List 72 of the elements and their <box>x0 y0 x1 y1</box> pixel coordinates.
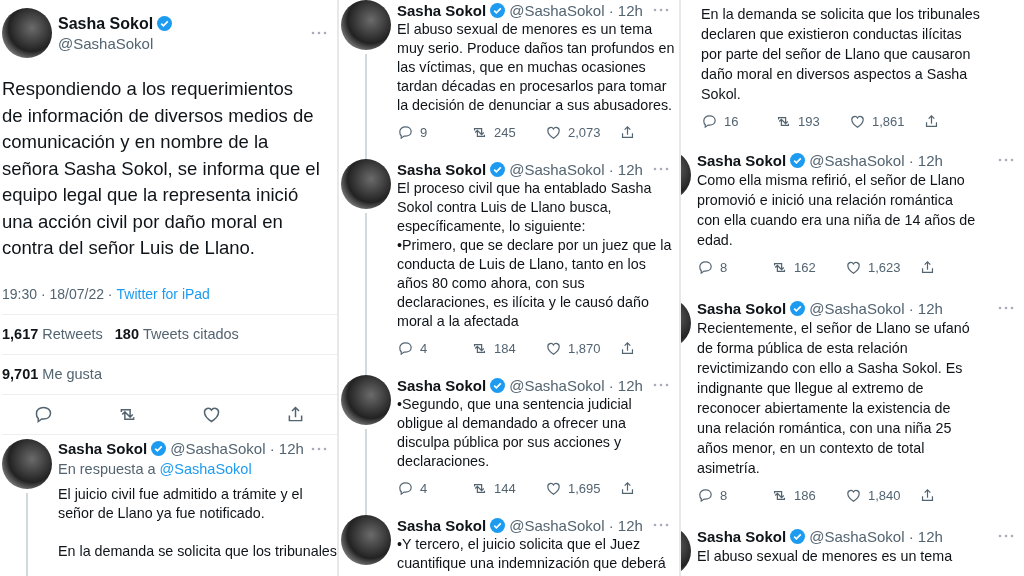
user-name: Sasha Sokol <box>397 160 487 178</box>
user-handle: @SashaSokol · 12h <box>509 1 643 19</box>
retweet-button[interactable]: 186 <box>771 486 816 504</box>
user-handle: @SashaSokol · 12h <box>509 516 643 534</box>
tweet-text: El proceso civil que ha entablado Sasha Sokol contra Luis de Llano busca, específicamente, lo siguiente: •Primero, que se declare por un juez que la conducta de Luis de Llano, tanto en los años 80 como ahora, con sus declaraciones, es ilícita y le causó daño moral a la afectada <box>397 179 673 331</box>
count-label: Me gusta <box>42 366 102 382</box>
count-label: Tweets citados <box>142 326 239 342</box>
reply-icon <box>701 112 718 130</box>
user-handle: @SashaSokol · 12h <box>509 160 643 178</box>
user-handle: @SashaSokol · 12h <box>809 527 943 545</box>
reply-icon <box>697 486 714 504</box>
count-number: 180 <box>114 326 139 342</box>
reply-icon <box>397 339 414 357</box>
avatar-photo <box>341 515 391 565</box>
share-icon[interactable] <box>619 123 636 141</box>
like-button[interactable]: 2,073 <box>545 123 601 141</box>
tweet-text: El abuso sexual de menores es un tema <box>697 547 954 566</box>
count-label: Retweets <box>42 326 103 342</box>
count-number: 9,701 <box>2 366 39 382</box>
count-number: 1,617 <box>2 326 39 342</box>
reply-label: En respuesta a <box>58 459 156 479</box>
user-name: Sasha Sokol <box>58 14 154 33</box>
reply-button[interactable]: 8 <box>697 258 728 276</box>
like-button[interactable]: 1,840 <box>845 486 901 504</box>
tweet-text: Como ella misma refirió, el señor de Llano promovió e inició una relación romántica con ella cuando era una niña de 14 años de edad. <box>697 171 977 250</box>
avatar-photo <box>341 159 391 209</box>
user-name: Sasha Sokol <box>397 516 487 534</box>
reply-button[interactable]: 4 <box>397 339 428 357</box>
reply-button[interactable]: 8 <box>697 486 728 504</box>
tweet-text: El abuso sexual de menores es un tema muy serio. Produce daños tan profundos en las víctimas, que en muchas ocasiones tardan décadas en procesarlos para tomar la decisión de denunciar a sus abusadores. <box>397 20 676 115</box>
tweet-text: Recientemente, el señor de Llano se ufanó de forma pública de esta relación revictimizando con ello a Sasha Sokol. Es indignante que llegue al extremo de reconocer abiertamente la existencia de una relación romántica, con una niña 25 años menor, en un contexto de total asimetría. <box>697 319 971 478</box>
user-handle: @SashaSokol · 12h <box>509 376 643 394</box>
like-button[interactable]: 1,695 <box>545 479 601 497</box>
user-name: Sasha Sokol <box>697 151 787 169</box>
like-button[interactable]: 1,861 <box>849 112 905 130</box>
tweet-text: •Y tercero, el juicio solicita que el Juez cuantifique una indemnización que deberá <box>397 535 667 573</box>
share-icon[interactable] <box>619 339 636 357</box>
user-handle: @SashaSokol · 12h <box>170 440 304 457</box>
reply-icon <box>397 123 414 141</box>
user-handle: @SashaSokol · 12h <box>809 299 943 317</box>
retweet-button[interactable]: 162 <box>771 258 816 276</box>
user-handle: @SashaSokol · 12h <box>809 151 943 169</box>
tweet-timestamp: 19:30 · 18/07/22 · <box>2 284 113 304</box>
share-icon[interactable] <box>619 479 636 497</box>
user-name: Sasha Sokol <box>397 1 487 19</box>
retweet-button[interactable]: 144 <box>471 479 516 497</box>
reply-button[interactable]: 9 <box>397 123 428 141</box>
user-name: Sasha Sokol <box>58 440 148 457</box>
like-button[interactable]: 1,623 <box>845 258 901 276</box>
avatar-photo <box>2 438 52 489</box>
tweet-text: Respondiendo a los requerimientos de información de diversos medios de comunicación y en nombre de la señora Sasha Sokol, se informa que el equipo legal que la representa inició una acción civil por daño moral en contra del señor Luis de Llano. <box>2 77 321 260</box>
user-name: Sasha Sokol <box>397 376 487 394</box>
retweet-button[interactable]: 184 <box>471 339 516 357</box>
avatar-photo <box>2 8 52 58</box>
user-name: Sasha Sokol <box>697 299 787 317</box>
retweet-button[interactable]: 193 <box>775 112 820 130</box>
tweet-text: En la demanda se solicita que los tribunales declaren que existieron conductas ilícitas por parte del señor de Llano que causaron daño moral en diversos aspectos a Sasha Sokol. <box>701 5 981 104</box>
reply-icon <box>697 258 714 276</box>
reply-button[interactable]: 16 <box>701 112 739 130</box>
share-icon[interactable] <box>919 258 936 276</box>
share-icon[interactable] <box>919 486 936 504</box>
reply-button[interactable]: 4 <box>397 479 428 497</box>
tweet-text: •Segundo, que una sentencia judicial obligue al demandado a ofrecer una disculpa pública por sus acciones y declaraciones. <box>397 395 633 471</box>
share-icon[interactable] <box>923 112 940 130</box>
tweet-text: El juicio civil fue admitido a trámite y el señor de Llano ya fue notificado. En la demanda se solicita que los tribunales <box>58 484 337 561</box>
retweet-button[interactable]: 245 <box>471 123 516 141</box>
avatar-photo <box>341 0 391 50</box>
like-button[interactable]: 1,870 <box>545 339 601 357</box>
user-handle: @SashaSokol <box>58 34 155 52</box>
reply-icon <box>397 479 414 497</box>
user-name: Sasha Sokol <box>697 527 787 545</box>
avatar-photo <box>341 375 391 425</box>
